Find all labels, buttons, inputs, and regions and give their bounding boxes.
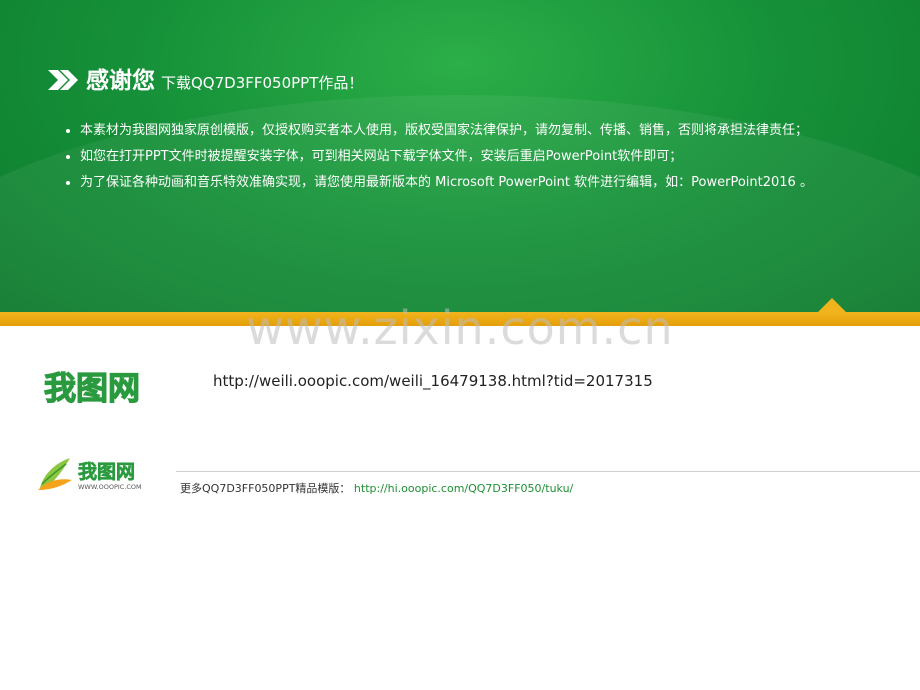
logo-domain-text: WWW.OOOPIC.COM — [78, 483, 142, 491]
note-item: 本素材为我图网独家原创模版，仅授权购买者本人使用，版权受国家法律保护，请勿复制、… — [64, 120, 854, 142]
logo-text: 我图网 — [44, 369, 140, 406]
double-chevron-icon — [48, 70, 78, 90]
more-templates-row: 更多QQ7D3FF050PPT精品模版： http://hi.ooopic.co… — [180, 480, 573, 496]
separator-line — [176, 471, 920, 472]
ooopic-logo: 我图网 — [43, 368, 140, 406]
leaf-icon — [38, 458, 72, 490]
template-url-link[interactable]: http://weili.ooopic.com/weili_16479138.h… — [213, 372, 653, 390]
note-text: 本素材为我图网独家原创模版，仅授权购买者本人使用，版权受国家法律保护，请勿复制、… — [80, 123, 809, 138]
ooopic-logo-small: 我图网 WWW.OOOPIC.COM — [38, 458, 142, 491]
title-sub: 下载QQ7D3FF050PPT作品！ — [161, 74, 364, 92]
bullet-dot-icon — [66, 155, 70, 159]
bullet-dot-icon — [66, 181, 70, 185]
bullet-dot-icon — [66, 129, 70, 133]
watermark: www.zixin.com.cn — [246, 301, 674, 355]
more-templates-link[interactable]: http://hi.ooopic.com/QQ7D3FF050/tuku/ — [354, 482, 573, 495]
band-notch — [818, 298, 846, 312]
more-templates-label: 更多QQ7D3FF050PPT精品模版： — [180, 482, 351, 495]
note-text: 为了保证各种动画和音乐特效准确实现，请您使用最新版本的 Microsoft Po… — [80, 175, 813, 190]
note-item: 为了保证各种动画和音乐特效准确实现，请您使用最新版本的 Microsoft Po… — [64, 172, 854, 194]
title-row: 感谢您 下载QQ7D3FF050PPT作品！ — [46, 62, 363, 96]
note-item: 如您在打开PPT文件时被提醒安装字体，可到相关网站下载字体文件，安装后重启Pow… — [64, 146, 854, 168]
note-text: 如您在打开PPT文件时被提醒安装字体，可到相关网站下载字体文件，安装后重启Pow… — [80, 149, 683, 164]
logo-small-text: 我图网 — [78, 461, 135, 483]
title-main: 感谢您 — [86, 68, 155, 94]
notes-list: 本素材为我图网独家原创模版，仅授权购买者本人使用，版权受国家法律保护，请勿复制、… — [64, 120, 854, 198]
header-banner: 感谢您 下载QQ7D3FF050PPT作品！ 本素材为我图网独家原创模版，仅授权… — [0, 0, 920, 312]
